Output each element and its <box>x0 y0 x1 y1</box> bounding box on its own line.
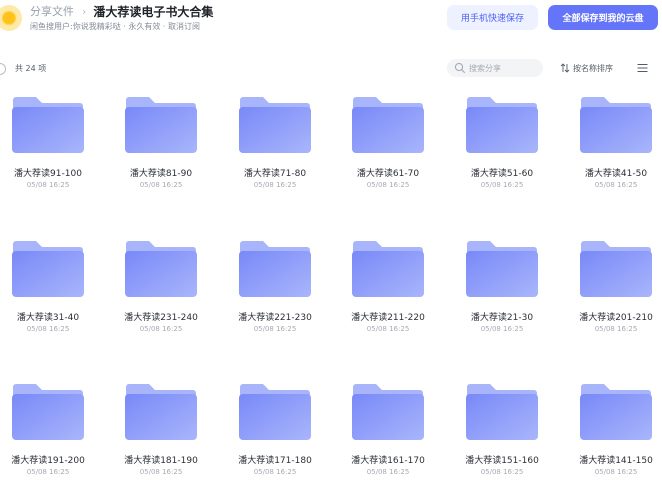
folder-date: 05/08 16:25 <box>594 325 638 333</box>
folder-card[interactable]: 潘大荐读51-60 05/08 16:25 <box>446 95 552 205</box>
folder-name: 潘大荐读211-220 <box>351 313 425 323</box>
folder-date: 05/08 16:25 <box>26 468 70 476</box>
folder-card[interactable]: 潘大荐读211-220 05/08 16:25 <box>332 239 438 349</box>
folder-icon <box>466 384 538 440</box>
folder-card[interactable]: 潘大荐读151-160 05/08 16:25 <box>446 382 552 492</box>
folder-date: 05/08 16:25 <box>480 325 524 333</box>
folder-card[interactable]: 潘大荐读21-30 05/08 16:25 <box>446 239 552 349</box>
folder-icon <box>12 241 84 297</box>
folder-name: 潘大荐读141-150 <box>579 456 653 466</box>
folder-icon <box>580 97 652 153</box>
folder-icon <box>12 97 84 153</box>
folder-name: 潘大荐读21-30 <box>470 313 534 323</box>
folder-date: 05/08 16:25 <box>366 181 410 189</box>
folder-card[interactable]: 潘大荐读91-100 05/08 16:25 <box>0 95 98 205</box>
folder-name: 潘大荐读181-190 <box>124 456 198 466</box>
folder-icon <box>352 384 424 440</box>
folder-date: 05/08 16:25 <box>139 181 183 189</box>
folder-date: 05/08 16:25 <box>594 181 638 189</box>
folder-card[interactable]: 潘大荐读71-80 05/08 16:25 <box>219 95 325 205</box>
folder-icon <box>466 241 538 297</box>
folder-icon <box>125 384 197 440</box>
folder-date: 05/08 16:25 <box>253 325 297 333</box>
folder-card[interactable]: 潘大荐读141-150 05/08 16:25 <box>560 382 662 492</box>
folder-icon <box>12 384 84 440</box>
folder-date: 05/08 16:25 <box>26 181 70 189</box>
folder-date: 05/08 16:25 <box>594 468 638 476</box>
folder-date: 05/08 16:25 <box>366 468 410 476</box>
folder-name: 潘大荐读231-240 <box>124 313 198 323</box>
folder-icon <box>125 241 197 297</box>
folder-card[interactable]: 潘大荐读191-200 05/08 16:25 <box>0 382 98 492</box>
folder-card[interactable]: 潘大荐读161-170 05/08 16:25 <box>332 382 438 492</box>
folder-name: 潘大荐读171-180 <box>238 456 312 466</box>
folder-card[interactable]: 潘大荐读231-240 05/08 16:25 <box>105 239 211 349</box>
folder-date: 05/08 16:25 <box>480 181 524 189</box>
file-grid: 潘大荐读91-100 05/08 16:25 潘大荐读81-90 05/08 16:2… <box>0 0 662 500</box>
folder-name: 潘大荐读91-100 <box>14 169 82 179</box>
folder-card[interactable]: 潘大荐读61-70 05/08 16:25 <box>332 95 438 205</box>
folder-name: 潘大荐读151-160 <box>465 456 539 466</box>
folder-icon <box>580 384 652 440</box>
folder-card[interactable]: 潘大荐读31-40 05/08 16:25 <box>0 239 98 349</box>
folder-date: 05/08 16:25 <box>366 325 410 333</box>
folder-date: 05/08 16:25 <box>26 325 70 333</box>
folder-name: 潘大荐读41-50 <box>584 169 648 179</box>
folder-icon <box>352 97 424 153</box>
folder-icon <box>125 97 197 153</box>
folder-icon <box>580 241 652 297</box>
folder-icon <box>239 97 311 153</box>
folder-icon <box>352 241 424 297</box>
folder-name: 潘大荐读161-170 <box>351 456 425 466</box>
folder-card[interactable]: 潘大荐读171-180 05/08 16:25 <box>219 382 325 492</box>
folder-date: 05/08 16:25 <box>480 468 524 476</box>
folder-name: 潘大荐读221-230 <box>238 313 312 323</box>
folder-name: 潘大荐读81-90 <box>129 169 193 179</box>
folder-name: 潘大荐读191-200 <box>11 456 85 466</box>
folder-name: 潘大荐读51-60 <box>470 169 534 179</box>
folder-card[interactable]: 潘大荐读201-210 05/08 16:25 <box>560 239 662 349</box>
folder-icon <box>239 384 311 440</box>
folder-card[interactable]: 潘大荐读181-190 05/08 16:25 <box>105 382 211 492</box>
folder-name: 潘大荐读71-80 <box>243 169 307 179</box>
folder-card[interactable]: 潘大荐读41-50 05/08 16:25 <box>560 95 662 205</box>
folder-date: 05/08 16:25 <box>139 325 183 333</box>
folder-date: 05/08 16:25 <box>253 468 297 476</box>
folder-name: 潘大荐读61-70 <box>356 169 420 179</box>
folder-icon <box>466 97 538 153</box>
folder-date: 05/08 16:25 <box>139 468 183 476</box>
folder-name: 潘大荐读31-40 <box>16 313 80 323</box>
folder-date: 05/08 16:25 <box>253 181 297 189</box>
folder-card[interactable]: 潘大荐读221-230 05/08 16:25 <box>219 239 325 349</box>
folder-icon <box>239 241 311 297</box>
folder-name: 潘大荐读201-210 <box>579 313 653 323</box>
folder-card[interactable]: 潘大荐读81-90 05/08 16:25 <box>105 95 211 205</box>
